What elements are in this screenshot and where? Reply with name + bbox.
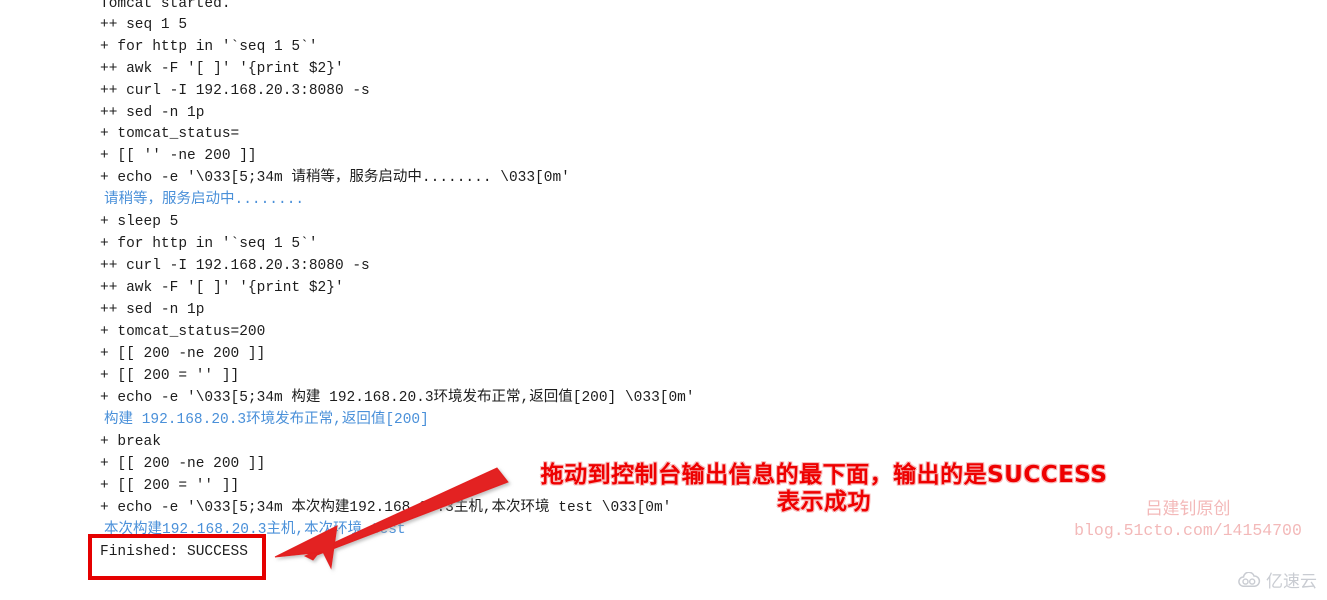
console-line: + tomcat_status= — [100, 126, 240, 142]
console-line: + break — [100, 434, 161, 450]
author-watermark: 吕建钊原创 blog.51cto.com/14154700 — [1053, 498, 1323, 542]
console-line: + for http in '`seq 1 5`' — [100, 39, 318, 55]
watermark-author-name: 吕建钊原创 — [1145, 499, 1231, 519]
console-line: ++ curl -I 192.168.20.3:8080 -s — [100, 258, 370, 274]
annotation-line-1: 拖动到控制台输出信息的最下面，输出的是SUCCESS — [540, 462, 1108, 488]
console-line: 请稍等，服务启动中........ — [104, 192, 305, 208]
console-line: 构建 192.168.20.3环境发布正常,返回值[200] — [104, 412, 429, 428]
console-line: ++ sed -n 1p — [100, 105, 205, 121]
console-line: + for http in '`seq 1 5`' — [100, 236, 318, 252]
success-highlight-box — [88, 534, 266, 580]
console-line: + [[ '' -ne 200 ]] — [100, 148, 257, 164]
console-line: Tomcat started. — [100, 0, 231, 12]
site-logo: 亿速云 — [1236, 567, 1317, 592]
console-line: ++ curl -I 192.168.20.3:8080 -s — [100, 83, 370, 99]
console-line: + [[ 200 -ne 200 ]] — [100, 456, 266, 472]
console-line: + echo -e '\033[5;34m 请稍等，服务启动中........ … — [100, 170, 570, 186]
console-line: ++ sed -n 1p — [100, 302, 205, 318]
cloud-icon — [1236, 571, 1262, 588]
console-line: ++ awk -F '[ ]' '{print $2}' — [100, 280, 344, 296]
console-line: + echo -e '\033[5;34m 构建 192.168.20.3环境发… — [100, 390, 695, 406]
console-line: + [[ 200 -ne 200 ]] — [100, 346, 266, 362]
console-line: + tomcat_status=200 — [100, 324, 266, 340]
console-line: ++ seq 1 5 — [100, 17, 188, 33]
site-logo-text: 亿速云 — [1266, 572, 1317, 592]
console-line: + [[ 200 = '' ]] — [100, 368, 240, 384]
console-line: ++ awk -F '[ ]' '{print $2}' — [100, 61, 344, 77]
console-line: + [[ 200 = '' ]] — [100, 478, 240, 494]
console-line: + sleep 5 — [100, 214, 179, 230]
watermark-blog-url: blog.51cto.com/14154700 — [1074, 521, 1302, 540]
